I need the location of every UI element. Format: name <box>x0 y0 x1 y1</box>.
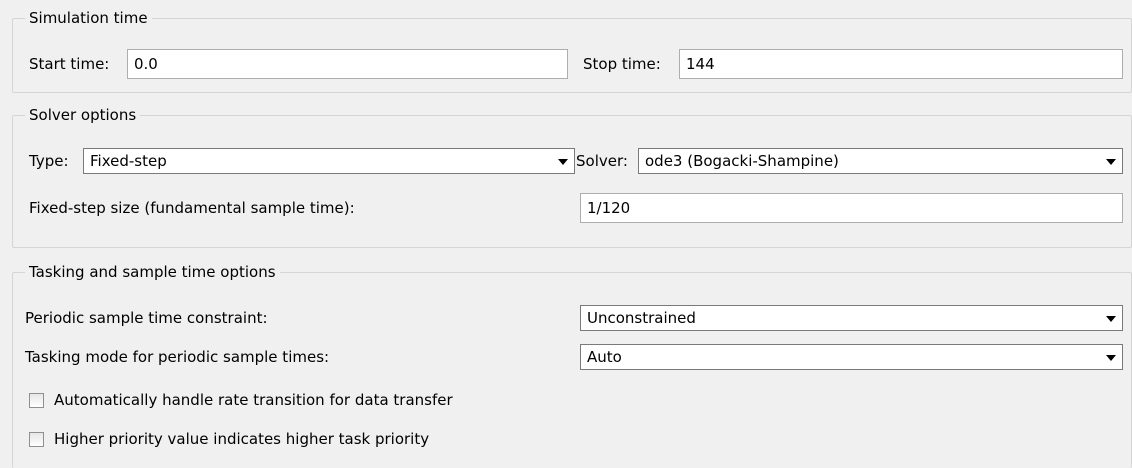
start-time-input[interactable]: 0.0 <box>127 49 568 79</box>
type-label: Type: <box>29 152 69 170</box>
periodic-constraint-value: Unconstrained <box>587 309 696 327</box>
stop-time-label: Stop time: <box>583 55 661 73</box>
rate-transition-checkbox[interactable] <box>29 393 44 408</box>
rate-transition-label[interactable]: Automatically handle rate transition for… <box>54 390 453 410</box>
periodic-constraint-label: Periodic sample time constraint: <box>25 309 268 327</box>
start-time-label: Start time: <box>29 55 110 73</box>
tasking-mode-label: Tasking mode for periodic sample times: <box>25 348 330 366</box>
tasking-mode-select[interactable]: Auto <box>580 344 1123 370</box>
solver-value: ode3 (Bogacki-Shampine) <box>645 152 839 170</box>
tasking-options-group: Tasking and sample time options Periodic… <box>12 261 1132 468</box>
solver-select[interactable]: ode3 (Bogacki-Shampine) <box>638 148 1123 174</box>
solver-label: Solver: <box>576 152 628 170</box>
chevron-down-icon <box>1106 316 1116 322</box>
fixed-step-size-input[interactable]: 1/120 <box>580 193 1123 223</box>
fixed-step-size-label: Fixed-step size (fundamental sample time… <box>29 199 355 217</box>
priority-checkbox[interactable] <box>29 432 44 447</box>
solver-options-title: Solver options <box>25 104 141 126</box>
chevron-down-icon <box>558 159 568 165</box>
tasking-mode-value: Auto <box>587 348 622 366</box>
tasking-options-title: Tasking and sample time options <box>25 261 280 283</box>
chevron-down-icon <box>1106 159 1116 165</box>
solver-type-value: Fixed-step <box>90 152 167 170</box>
priority-label[interactable]: Higher priority value indicates higher t… <box>54 429 429 449</box>
chevron-down-icon <box>1106 355 1116 361</box>
simulation-time-group: Simulation time Start time: 0.0 Stop tim… <box>12 7 1132 93</box>
solver-type-select[interactable]: Fixed-step <box>83 148 575 174</box>
simulation-time-title: Simulation time <box>25 7 152 29</box>
solver-options-group: Solver options Type: Fixed-step Solver: … <box>12 104 1132 248</box>
periodic-constraint-select[interactable]: Unconstrained <box>580 305 1123 331</box>
stop-time-input[interactable]: 144 <box>679 49 1123 79</box>
